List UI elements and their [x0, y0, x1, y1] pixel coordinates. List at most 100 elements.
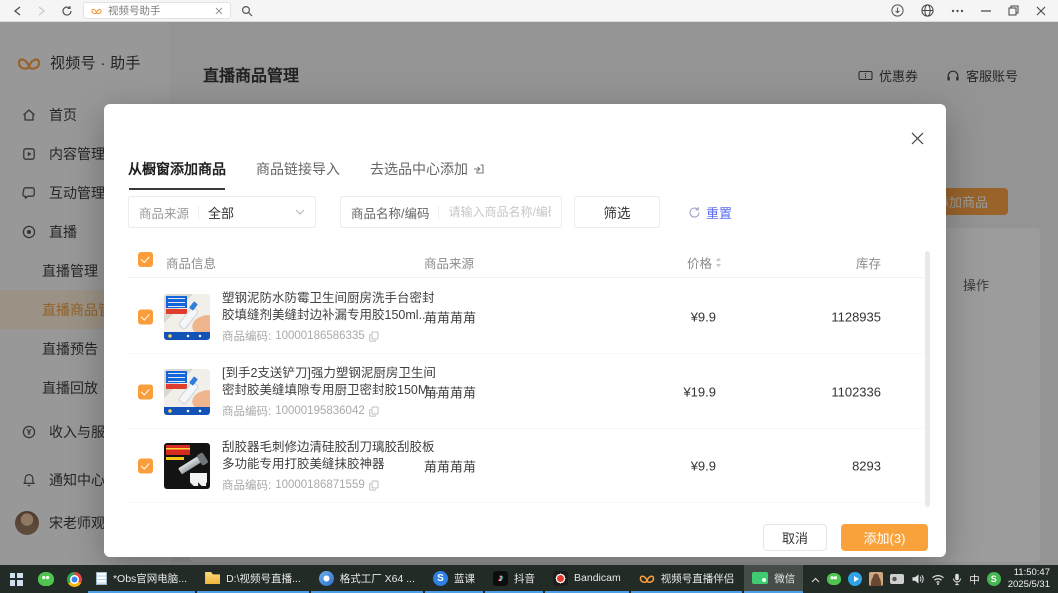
- refresh-icon[interactable]: [61, 5, 73, 17]
- taskbar-pin-wechat[interactable]: [32, 565, 60, 593]
- tray-expand-icon[interactable]: [811, 577, 820, 583]
- taskbar-app-weixin[interactable]: 微信: [744, 565, 803, 593]
- modal-scrollbar[interactable]: [925, 251, 930, 507]
- filter-button[interactable]: 筛选: [574, 196, 660, 228]
- wechat-icon: [38, 572, 54, 586]
- taskbar-clock[interactable]: 11:50:47 2025/5/31: [1005, 565, 1058, 593]
- system-tray: 中: [805, 565, 1005, 593]
- channels-logo-icon: [91, 6, 102, 16]
- tray-wechat-icon[interactable]: [827, 573, 841, 585]
- format-factory-icon: [319, 571, 334, 586]
- taskbar-app-label: 蓝课: [454, 571, 475, 586]
- cancel-button[interactable]: 取消: [763, 524, 827, 551]
- col-product-info: 商品信息: [166, 253, 216, 272]
- back-icon[interactable]: [13, 6, 22, 16]
- download-icon[interactable]: [891, 4, 904, 17]
- tab-selection-center[interactable]: 去选品中心添加: [370, 159, 485, 179]
- copy-icon[interactable]: [369, 406, 379, 417]
- product-stock: 1128935: [772, 310, 881, 325]
- product-info: 塑钢泥防水防霉卫生间厨房洗手台密封胶填缝剂美缝封边补漏专用胶150ml... 商…: [222, 290, 446, 344]
- taskbar-app-explorer[interactable]: D:\视频号直播...: [197, 565, 309, 593]
- tab-label: 商品链接导入: [256, 159, 340, 179]
- taskbar-app-notepad[interactable]: *Obs官网电脑...: [88, 565, 195, 593]
- taskbar-app-format-factory[interactable]: 格式工厂 X64 ...: [311, 565, 423, 593]
- more-icon[interactable]: [951, 9, 964, 13]
- taskbar-app-label: *Obs官网电脑...: [113, 571, 187, 586]
- tray-capture-icon[interactable]: [890, 574, 904, 584]
- product-info: [到手2支送铲刀]强力塑钢泥厨房卫生间密封胶美缝填隙专用厨卫密封胶150M...…: [222, 365, 446, 419]
- product-title[interactable]: [到手2支送铲刀]强力塑钢泥厨房卫生间密封胶美缝填隙专用厨卫密封胶150M...: [222, 365, 446, 399]
- channels-live-icon: [639, 572, 655, 585]
- tab-label: 去选品中心添加: [370, 159, 468, 179]
- taskbar-app-lanke[interactable]: 蓝课: [425, 565, 483, 593]
- ime-indicator[interactable]: 中: [969, 572, 980, 587]
- tray-contact-icon[interactable]: [869, 572, 883, 586]
- taskbar-app-label: D:\视频号直播...: [226, 571, 301, 586]
- col-stock: 库存: [772, 253, 881, 272]
- search-icon[interactable]: [241, 5, 253, 17]
- modal-tabs: 从橱窗添加商品 商品链接导入 去选品中心添加: [128, 159, 485, 179]
- taskbar-app-live-companion[interactable]: 视频号直播伴侣: [631, 565, 743, 593]
- tab-label: 从橱窗添加商品: [128, 159, 226, 179]
- start-button[interactable]: [0, 565, 32, 593]
- table-row: 刮胶器毛刺修边清硅胶刮刀璃胶刮胶板多功能专用打胶美缝抹胶神器 商品编码: 100…: [104, 429, 946, 503]
- product-title[interactable]: 刮胶器毛刺修边清硅胶刮刀璃胶刮胶板多功能专用打胶美缝抹胶神器: [222, 439, 446, 473]
- taskbar-app-bandicam[interactable]: Bandicam: [545, 565, 629, 593]
- globe-icon[interactable]: [921, 4, 934, 17]
- select-all-checkbox[interactable]: [138, 252, 153, 267]
- product-code: 商品编码: 10000186586335: [222, 328, 446, 344]
- product-price: ¥9.9: [604, 459, 716, 474]
- product-image: [164, 369, 210, 415]
- product-source-select[interactable]: 商品来源 全部: [128, 196, 316, 228]
- wifi-icon[interactable]: [931, 574, 945, 585]
- add-product-modal: 从橱窗添加商品 商品链接导入 去选品中心添加 商品来源 全部 商品名称/编码 筛…: [104, 104, 946, 557]
- windows-icon: [10, 573, 23, 586]
- copy-icon[interactable]: [369, 331, 379, 342]
- taskbar-app-label: 视频号直播伴侣: [661, 571, 735, 586]
- window-close-icon[interactable]: [1036, 6, 1046, 16]
- tray-sogou-icon[interactable]: [987, 572, 1001, 586]
- table-row: 塑钢泥防水防霉卫生间厨房洗手台密封胶填缝剂美缝封边补漏专用胶150ml... 商…: [104, 280, 946, 354]
- bandicam-icon: [553, 571, 568, 586]
- product-search-input[interactable]: [448, 205, 551, 219]
- microphone-icon[interactable]: [952, 573, 962, 586]
- product-code-label: 商品编码:: [222, 477, 271, 493]
- volume-icon[interactable]: [911, 573, 924, 585]
- row-checkbox[interactable]: [138, 385, 153, 400]
- product-title[interactable]: 塑钢泥防水防霉卫生间厨房洗手台密封胶填缝剂美缝封边补漏专用胶150ml...: [222, 290, 446, 324]
- minimize-icon[interactable]: [981, 10, 991, 12]
- product-source: 苚苚苚苚: [424, 383, 476, 402]
- browser-tab[interactable]: 视频号助手: [83, 2, 231, 19]
- restore-icon[interactable]: [1008, 5, 1019, 16]
- tray-telegram-icon[interactable]: [848, 572, 862, 586]
- copy-icon[interactable]: [369, 480, 379, 491]
- product-source: 苚苚苚苚: [424, 457, 476, 476]
- douyin-icon: [493, 571, 508, 586]
- product-stock: 8293: [772, 459, 881, 474]
- taskbar-pin-chrome[interactable]: [60, 565, 88, 593]
- modal-close-icon[interactable]: [909, 130, 925, 146]
- col-price[interactable]: 价格: [604, 253, 722, 272]
- header-divider: [128, 277, 924, 278]
- tab-close-icon[interactable]: [215, 7, 223, 15]
- lanke-icon: [433, 571, 448, 586]
- reset-button[interactable]: 重置: [688, 196, 732, 228]
- forward-icon[interactable]: [37, 6, 46, 16]
- taskbar-app-label: 格式工厂 X64 ...: [340, 571, 415, 586]
- table-header: 商品信息 商品来源 价格 库存: [104, 251, 946, 269]
- product-price: ¥9.9: [604, 310, 716, 325]
- taskbar-app-label: 抖音: [514, 571, 535, 586]
- taskbar-app-douyin[interactable]: 抖音: [485, 565, 543, 593]
- weixin-screen-icon: [752, 572, 768, 584]
- confirm-add-button[interactable]: 添加(3): [841, 524, 928, 551]
- product-code-label: 商品编码:: [222, 328, 271, 344]
- row-checkbox[interactable]: [138, 459, 153, 474]
- tab-add-from-showcase[interactable]: 从橱窗添加商品: [128, 159, 226, 179]
- tab-import-by-link[interactable]: 商品链接导入: [256, 159, 340, 179]
- product-source: 苚苚苚苚: [424, 308, 476, 327]
- clock-time: 11:50:47: [1008, 567, 1050, 579]
- row-checkbox[interactable]: [138, 310, 153, 325]
- sort-icon: [715, 257, 722, 268]
- taskbar: *Obs官网电脑... D:\视频号直播... 格式工厂 X64 ... 蓝课 …: [0, 565, 1058, 593]
- name-search-label: 商品名称/编码: [351, 203, 429, 222]
